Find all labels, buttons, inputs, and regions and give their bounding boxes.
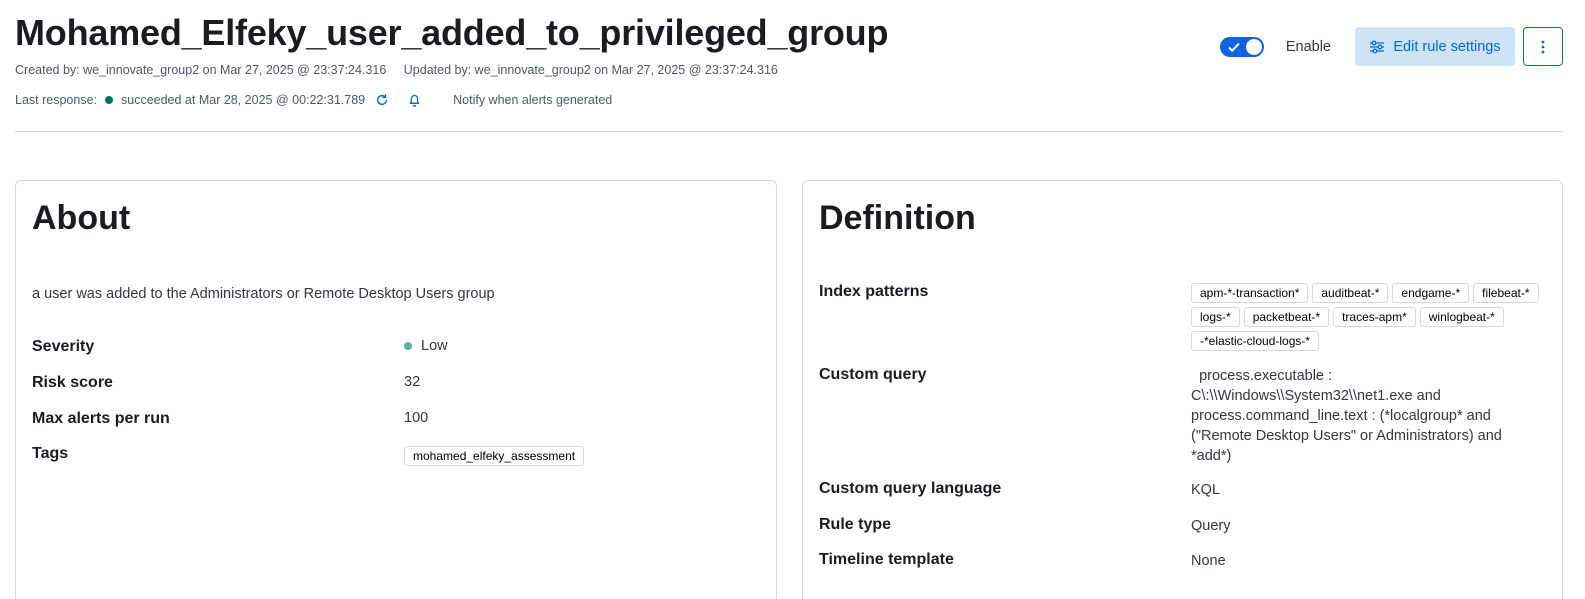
last-response-status: succeeded at Mar 28, 2025 @ 00:22:31.789: [121, 93, 366, 107]
sliders-icon: [1370, 40, 1385, 53]
index-patterns-row: Index patterns apm-*-transaction* auditb…: [819, 283, 1551, 355]
max-alerts-label: Max alerts per run: [32, 410, 170, 427]
about-title: About: [32, 199, 131, 237]
edit-rule-settings-label: Edit rule settings: [1393, 38, 1501, 55]
index-pattern-badge[interactable]: -*elastic-cloud-logs-*: [1191, 331, 1320, 351]
status-dot-icon: [105, 96, 113, 104]
query-language-value: KQL: [1191, 482, 1221, 498]
refresh-icon[interactable]: [373, 91, 391, 109]
risk-score-value: 32: [404, 374, 421, 390]
query-language-label: Custom query language: [819, 480, 1002, 497]
index-pattern-badge[interactable]: traces-apm*: [1333, 307, 1416, 327]
timeline-template-label: Timeline template: [819, 551, 954, 568]
timeline-template-row: Timeline template None: [819, 551, 1531, 571]
severity-dot-icon: [404, 342, 412, 350]
custom-query-label: Custom query: [819, 366, 927, 383]
risk-score-row: Risk score 32: [32, 374, 420, 392]
rule-type-label: Rule type: [819, 516, 892, 533]
notify-text: Notify when alerts generated: [453, 93, 613, 107]
index-pattern-badge[interactable]: logs-*: [1191, 307, 1240, 327]
severity-value: Low: [421, 338, 448, 354]
rule-description: a user was added to the Administrators o…: [32, 286, 495, 302]
risk-score-label: Risk score: [32, 374, 113, 391]
rule-type-value: Query: [1191, 518, 1231, 534]
timeline-template-value: None: [1191, 553, 1226, 569]
severity-label: Severity: [32, 338, 95, 355]
rule-meta: Created by: we_innovate_group2 on Mar 27…: [15, 63, 778, 77]
updated-by-text: Updated by: we_innovate_group2 on Mar 27…: [403, 63, 778, 77]
rule-type-row: Rule type Query: [819, 516, 1531, 536]
index-pattern-badge[interactable]: filebeat-*: [1473, 283, 1539, 303]
enable-label: Enable: [1285, 38, 1331, 55]
edit-rule-settings-button[interactable]: Edit rule settings: [1355, 27, 1515, 66]
query-language-row: Custom query language KQL: [819, 480, 1531, 500]
page-title: Mohamed_Elfeky_user_added_to_privileged_…: [15, 12, 889, 53]
more-actions-button[interactable]: [1523, 27, 1563, 66]
definition-panel: Definition Index patterns apm-*-transact…: [802, 180, 1563, 599]
last-response-label: Last response:: [15, 93, 97, 107]
index-patterns-list: apm-*-transaction* auditbeat-* endgame-*…: [1191, 283, 1551, 355]
check-icon: [1228, 42, 1240, 52]
enable-toggle[interactable]: [1219, 36, 1264, 57]
vertical-dots-icon: [1541, 40, 1545, 53]
custom-query-row: Custom query process.executable : C\:\\W…: [819, 366, 1531, 466]
index-pattern-badge[interactable]: packetbeat-*: [1243, 307, 1330, 327]
index-pattern-badge[interactable]: winlogbeat-*: [1419, 307, 1504, 327]
definition-title: Definition: [819, 199, 976, 237]
tag-badge[interactable]: mohamed_elfeky_assessment: [404, 446, 585, 466]
tags-label: Tags: [32, 445, 69, 462]
index-pattern-badge[interactable]: auditbeat-*: [1312, 283, 1389, 303]
last-response: Last response: succeeded at Mar 28, 2025…: [15, 91, 612, 109]
toggle-knob: [1245, 38, 1262, 55]
tags-row: Tags mohamed_elfeky_assessment: [32, 445, 588, 470]
created-by-text: Created by: we_innovate_group2 on Mar 27…: [15, 63, 387, 77]
index-patterns-label: Index patterns: [819, 283, 929, 300]
index-pattern-badge[interactable]: apm-*-transaction*: [1191, 283, 1309, 303]
header-divider: [15, 131, 1563, 132]
bell-icon[interactable]: [405, 91, 423, 109]
max-alerts-value: 100: [404, 410, 429, 426]
index-pattern-badge[interactable]: endgame-*: [1392, 283, 1470, 303]
max-alerts-row: Max alerts per run 100: [32, 410, 428, 428]
severity-row: Severity Low: [32, 338, 448, 356]
about-panel: About a user was added to the Administra…: [15, 180, 777, 599]
custom-query-value: process.executable : C\:\\Windows\\Syste…: [1191, 368, 1506, 464]
header-actions: Enable Edit rule settings: [1219, 27, 1563, 66]
